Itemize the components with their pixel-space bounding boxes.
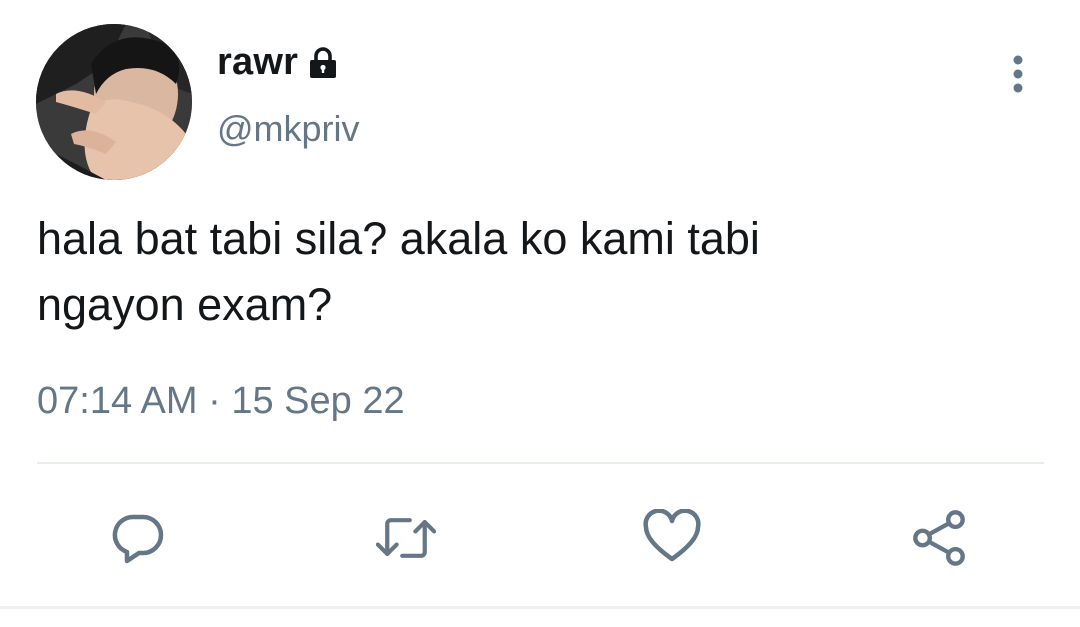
bottom-divider	[0, 606, 1080, 609]
user-handle[interactable]: @mkpriv	[217, 108, 360, 150]
lock-icon	[306, 46, 340, 80]
more-options-button[interactable]	[996, 52, 1040, 96]
tweet-date: 15 Sep 22	[231, 380, 405, 422]
reply-icon	[112, 514, 164, 564]
avatar[interactable]	[36, 24, 192, 180]
display-name[interactable]: rawr	[217, 41, 298, 84]
like-button[interactable]	[642, 508, 702, 568]
tweet-text-line: ngayon exam?	[37, 279, 333, 330]
timestamp-separator: ·	[208, 380, 221, 422]
share-button[interactable]	[909, 508, 969, 568]
tweet-text-line: hala bat tabi sila? akala ko kami tabi	[37, 213, 760, 264]
display-name-row: rawr	[217, 38, 340, 86]
share-icon	[913, 510, 965, 566]
tweet-time: 07:14 AM	[37, 380, 198, 422]
heart-icon	[643, 509, 701, 562]
retweet-icon	[376, 518, 436, 558]
tweet-text: hala bat tabi sila? akala ko kami tabi n…	[37, 206, 1037, 338]
retweet-button[interactable]	[376, 508, 436, 568]
tweet-timestamp[interactable]: 07:14 AM · 15 Sep 22	[37, 380, 405, 423]
divider	[37, 462, 1044, 464]
more-vertical-icon	[1013, 55, 1023, 93]
reply-button[interactable]	[108, 508, 168, 568]
